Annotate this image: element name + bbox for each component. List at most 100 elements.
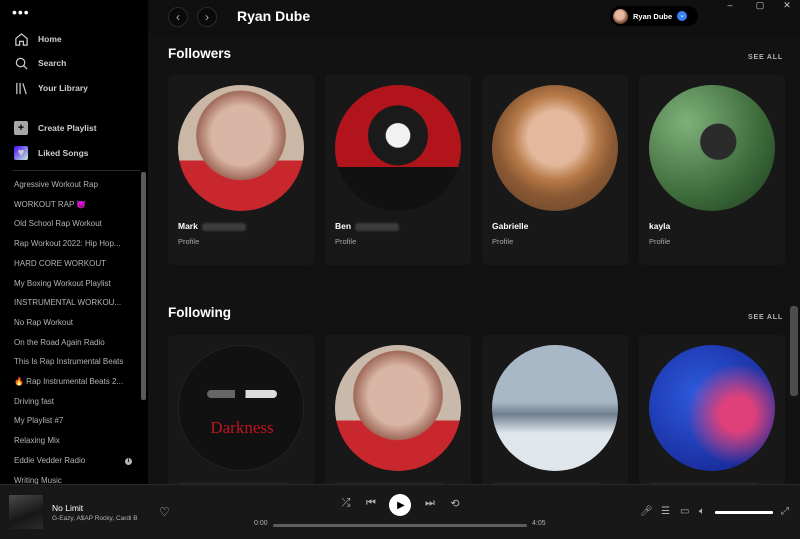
followers-heading: Followers <box>168 46 232 61</box>
playlist-item[interactable]: My Boxing Workout Playlist <box>14 278 138 290</box>
artist-image <box>649 345 775 471</box>
track-artists[interactable]: G-Eazy, A$AP Rocky, Cardi B <box>52 515 138 522</box>
back-button[interactable]: ‹ <box>168 7 188 27</box>
user-menu-button[interactable]: Ryan Dube ⌄ <box>610 6 698 26</box>
follower-card[interactable]: kayla Profile <box>639 75 785 265</box>
follower-card[interactable]: Ben Profile <box>325 75 471 265</box>
profile-photo <box>649 85 775 211</box>
following-card[interactable] <box>325 335 471 484</box>
playlist-item[interactable]: Agressive Workout Rap <box>14 179 138 191</box>
shuffle-icon[interactable]: ⤮ <box>338 497 354 510</box>
elapsed-time: 0:00 <box>254 520 268 527</box>
library-icon <box>12 79 30 97</box>
card-name: Mark <box>178 221 198 231</box>
darkness-art-text: Darkness <box>210 418 274 437</box>
playlist-item[interactable]: On the Road Again Radio <box>14 337 138 349</box>
profile-photo <box>492 85 618 211</box>
chevron-right-icon: › <box>205 10 209 24</box>
plus-icon: + <box>14 121 28 135</box>
liked-songs-label: Liked Songs <box>38 148 89 158</box>
play-icon: ▶ <box>397 499 405 511</box>
profile-photo <box>335 345 461 471</box>
user-name: Ryan Dube <box>633 11 673 21</box>
play-button[interactable]: ▶ <box>389 494 411 516</box>
avatar <box>613 8 628 24</box>
main-scrollbar[interactable] <box>790 306 798 396</box>
create-playlist-label: Create Playlist <box>38 123 97 133</box>
minimize-icon[interactable]: – <box>716 0 744 13</box>
home-icon <box>12 30 30 48</box>
create-playlist-button[interactable]: + Create Playlist <box>12 118 97 138</box>
artist-image: Darkness <box>178 345 304 471</box>
following-heading: Following <box>168 305 231 320</box>
repeat-icon[interactable]: ⟲ <box>447 497 463 510</box>
artist-image <box>492 345 618 471</box>
playlist-item[interactable]: Rap Workout 2022: Hip Hop... <box>14 238 138 250</box>
nav-search-label: Search <box>38 58 67 68</box>
card-name: Gabrielle <box>492 221 529 231</box>
nav-library[interactable]: Your Library <box>12 78 88 98</box>
progress-bar[interactable] <box>273 524 527 527</box>
more-menu-icon[interactable]: ••• <box>12 5 30 19</box>
top-bar: ‹ › Ryan Dube Ryan Dube ⌄ – ▢ ✕ <box>148 0 800 36</box>
sidebar: ••• Home Search Your Library + Create Pl… <box>0 0 148 484</box>
volume-fill <box>715 511 773 514</box>
info-icon[interactable]: i <box>125 458 132 465</box>
duration-time: 4:05 <box>532 520 546 527</box>
nav-home-label: Home <box>38 34 62 44</box>
following-card[interactable] <box>639 335 785 484</box>
forward-button[interactable]: › <box>197 7 217 27</box>
playlist-item[interactable]: My Playlist #7 <box>14 415 138 427</box>
playlist-item[interactable]: Old School Rap Workout <box>14 218 138 230</box>
track-title[interactable]: No Limit <box>52 503 83 513</box>
playlist-item[interactable]: Eddie Vedder Radio <box>14 455 138 467</box>
heart-icon: ♥ <box>14 146 28 160</box>
maximize-icon[interactable]: ▢ <box>746 0 774 13</box>
liked-songs-button[interactable]: ♥ Liked Songs <box>12 143 89 163</box>
playlist-item[interactable]: This Is Rap Instrumental Beats <box>14 356 138 368</box>
previous-track-icon[interactable]: ⏮ <box>363 497 379 510</box>
volume-slider[interactable] <box>715 511 773 514</box>
main-content: ‹ › Ryan Dube Ryan Dube ⌄ – ▢ ✕ Follower… <box>148 0 800 484</box>
search-icon <box>12 54 30 72</box>
following-card[interactable] <box>482 335 628 484</box>
sidebar-scrollbar[interactable] <box>141 172 146 400</box>
profile-photo <box>335 85 461 211</box>
follower-card[interactable]: Gabrielle Profile <box>482 75 628 265</box>
nav-search[interactable]: Search <box>12 53 66 73</box>
close-icon[interactable]: ✕ <box>773 0 800 13</box>
playlist-item[interactable]: 🔥 Rap Instrumental Beats 2... <box>14 376 138 388</box>
sidebar-divider <box>12 170 140 171</box>
next-track-icon[interactable]: ⏭ <box>422 497 438 510</box>
like-heart-icon[interactable]: ♡ <box>159 505 170 519</box>
playlist-item[interactable]: Writing Music <box>14 475 138 485</box>
playlist-item[interactable]: HARD CORE WORKOUT <box>14 258 138 270</box>
chevron-left-icon: ‹ <box>176 10 180 24</box>
nav-home[interactable]: Home <box>12 29 62 49</box>
playlist-item[interactable]: No Rap Workout <box>14 317 138 329</box>
volume-icon[interactable]: 🔈︎ <box>699 506 705 517</box>
playlist-item[interactable]: WORKOUT RAP 😈 <box>14 199 138 211</box>
follower-card[interactable]: Mark Profile <box>168 75 314 265</box>
hands-art <box>207 390 277 398</box>
card-subtitle: Profile <box>649 237 671 246</box>
nav-library-label: Your Library <box>38 83 88 93</box>
album-cover[interactable] <box>9 495 43 529</box>
playlist-item[interactable]: INSTRUMENTAL WORKOU... <box>14 297 138 309</box>
card-name: kayla <box>649 221 671 231</box>
following-see-all-link[interactable]: SEE ALL <box>748 314 783 321</box>
card-name: Ben <box>335 221 352 231</box>
card-subtitle: Profile <box>492 237 514 246</box>
chevron-down-icon: ⌄ <box>677 11 688 21</box>
player-bar: No Limit G-Eazy, A$AP Rocky, Cardi B ♡ ⤮… <box>0 484 800 539</box>
following-card[interactable]: Darkness <box>168 335 314 484</box>
followers-see-all-link[interactable]: SEE ALL <box>748 54 783 61</box>
queue-icon[interactable]: ☰ <box>661 506 670 517</box>
devices-icon[interactable]: ▭ <box>680 506 689 517</box>
fullscreen-icon[interactable]: ⤢ <box>781 506 789 517</box>
microphone-icon[interactable]: 🎤︎ <box>640 506 653 517</box>
playlist-item[interactable]: Driving fast <box>14 396 138 408</box>
page-title: Ryan Dube <box>237 8 311 24</box>
profile-photo <box>178 85 304 211</box>
playlist-item[interactable]: Relaxing Mix <box>14 435 138 447</box>
